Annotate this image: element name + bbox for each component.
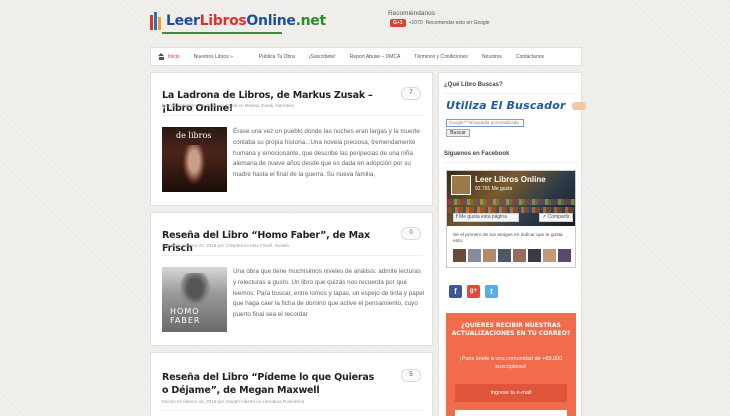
avatar [453, 249, 466, 262]
main-nav: Inicio Nuestros Libros » Publica Tu Obra… [150, 47, 582, 66]
post-meta: Escrito en febrero 26, 2016 por Xarah en… [162, 103, 294, 108]
post-thumbnail[interactable]: HOMO FABER [162, 267, 227, 332]
thumbnail-caption: de libros [176, 131, 212, 140]
fb-like-button[interactable]: f Me gusta esta página [453, 213, 519, 222]
thumbnail-figure [182, 145, 206, 185]
post-thumbnail[interactable]: de libros [162, 127, 227, 192]
avatar [543, 249, 556, 262]
nav-item-nuestros-libros[interactable]: Nuestros Libros » [187, 54, 240, 60]
subscribe-email-input[interactable]: Ingrese tu e-mail [455, 384, 567, 402]
nav-item-terminos[interactable]: Términos y Condiciones [407, 54, 475, 60]
search-banner: Utiliza El Buscador [446, 99, 586, 112]
site-logo[interactable]: LeerLibrosOnline.net [150, 12, 326, 30]
nav-item-inicio[interactable]: Inicio [151, 53, 187, 60]
home-icon [158, 53, 165, 60]
post-excerpt: Una obra que tiene muchísimos niveles de… [233, 268, 425, 319]
books-icon [150, 12, 163, 30]
gplus-text: Recomendar esto en Google [425, 20, 490, 26]
nav-item-contactanos[interactable]: Contáctanos [509, 54, 551, 60]
post-card: Reseña del Libro “Pídeme lo que Quieras … [150, 352, 433, 416]
comment-count[interactable]: 5 [401, 369, 421, 382]
fb-cover-image: Leer Libros Online 92.791 Me gusta f Me … [447, 171, 575, 226]
comment-count[interactable]: 7 [401, 87, 421, 100]
logo-underline [162, 32, 282, 34]
search-button[interactable]: Buscar [446, 129, 470, 137]
facebook-page-widget[interactable]: Leer Libros Online 92.791 Me gusta f Me … [446, 170, 576, 268]
fb-profile-image [451, 175, 471, 195]
subscribe-submit-field[interactable] [455, 410, 567, 416]
avatar [498, 249, 511, 262]
avatar [468, 249, 481, 262]
divider [162, 255, 423, 256]
search-widget-title: ¿Qué Libro Buscas? [444, 82, 503, 88]
avatar [528, 249, 541, 262]
pointing-hand-icon [571, 102, 586, 110]
divider [162, 115, 423, 116]
post-excerpt: Érase una vez un pueblo donde las noches… [233, 128, 420, 179]
recommend-label: Recomiéndanos [388, 10, 435, 17]
fb-friends-faces [453, 249, 571, 262]
divider [444, 162, 578, 163]
thumbnail-figure [180, 273, 210, 307]
nav-item-report-abuse[interactable]: Report Abuse – DMCA [343, 54, 408, 60]
gplus-count: +1070 [408, 20, 423, 26]
fb-friends-text: Sé el primero de tus amigos en indicar q… [453, 233, 563, 244]
thumbnail-caption: HOMO FABER [170, 307, 201, 325]
avatar [483, 249, 496, 262]
twitter-icon[interactable]: t [485, 285, 498, 298]
nav-item-nosotros[interactable]: Nosotros [475, 54, 509, 60]
search-input[interactable]: Google™ Búsqueda personalizada [446, 119, 524, 127]
comment-count[interactable]: 0 [401, 227, 421, 240]
avatar [513, 249, 526, 262]
logo-text: LeerLibrosOnline.net [166, 13, 326, 29]
divider [162, 410, 423, 411]
avatar [558, 249, 571, 262]
facebook-icon[interactable]: f [449, 285, 462, 298]
post-title[interactable]: Reseña del Libro “Homo Faber”, de Max Fr… [162, 229, 392, 255]
post-meta: Escrito en febrero 22, 2016 por Chispina… [162, 243, 289, 248]
subscribe-text: ¡Pues únete a una comunidad de +60.000 s… [459, 356, 563, 370]
gplus-widget[interactable]: G+1 +1070 Recomendar esto en Google [390, 19, 490, 27]
fb-share-button[interactable]: ↗ Compartir [539, 213, 573, 222]
nav-item-suscribete[interactable]: ¡Suscríbete! [302, 54, 343, 60]
post-card: La Ladrona de Libros, de Markus Zusak – … [150, 72, 433, 206]
facebook-widget-title: Síguenos en Facebook [444, 151, 510, 157]
post-title[interactable]: La Ladrona de Libros, de Markus Zusak – … [162, 89, 392, 115]
post-meta: Escrito en febrero 16, 2016 por Joseph A… [162, 399, 305, 404]
nav-item-publica[interactable]: Publica Tu Obra [252, 54, 302, 60]
fb-likes-count: 92.791 Me gusta [475, 186, 513, 192]
googleplus-icon[interactable]: g+ [467, 285, 480, 298]
subscribe-title: ¿QUIERES RECIBIR NUESTRAS ACTUALIZACIONE… [451, 322, 571, 337]
post-title[interactable]: Reseña del Libro “Pídeme lo que Quieras … [162, 371, 382, 397]
subscribe-box: ¿QUIERES RECIBIR NUESTRAS ACTUALIZACIONE… [446, 313, 576, 416]
gplus-button[interactable]: G+1 [390, 19, 406, 27]
fb-page-name[interactable]: Leer Libros Online [475, 175, 546, 184]
post-card: Reseña del Libro “Homo Faber”, de Max Fr… [150, 212, 433, 346]
divider [444, 93, 578, 94]
